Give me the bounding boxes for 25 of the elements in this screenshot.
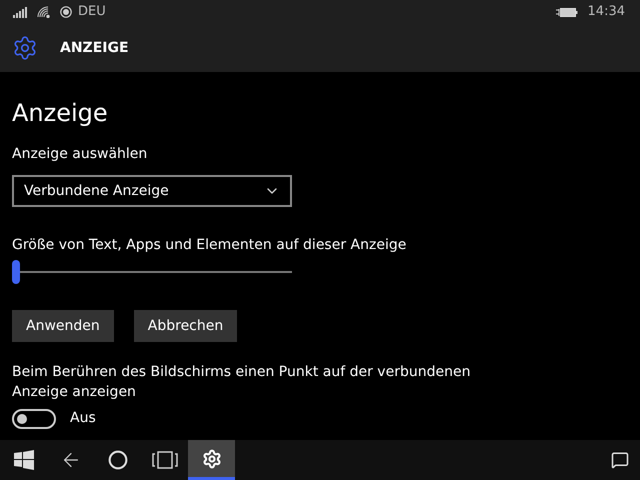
radio-icon: [60, 6, 72, 18]
toggle-description: Beim Berühren des Bildschirms einen Punkt auf der verbundenen Anzeige anzeigen: [12, 363, 472, 402]
select-label: Anzeige auswählen: [12, 145, 148, 164]
action-button[interactable]: Anwenden: [12, 310, 114, 342]
circle-icon: [108, 450, 128, 470]
page-heading: Anzeige: [12, 98, 109, 128]
carrier-label: DEU: [78, 3, 106, 22]
wifi-icon: [37, 6, 51, 18]
slider-track[interactable]: [12, 260, 292, 284]
settings-icon: [202, 448, 222, 468]
display-dropdown[interactable]: Verbundene Anzeige: [12, 175, 292, 207]
taskbar-button[interactable]: [188, 440, 235, 480]
toggle-state: Aus: [70, 409, 96, 428]
task-view-icon: [152, 450, 178, 470]
toggle-switch[interactable]: [12, 408, 56, 428]
windows-icon: [14, 450, 34, 470]
page-header-title: ANZEIGE: [60, 38, 129, 58]
battery-icon: [554, 6, 578, 18]
clock-time: 14:34: [588, 3, 625, 22]
slider-label: Größe von Text, Apps und Elementen auf dieser Anzeige: [12, 236, 408, 255]
notification-icon[interactable]: [611, 451, 629, 469]
action-button[interactable]: Abbrechen: [134, 310, 238, 342]
signal-icon: [13, 6, 28, 18]
slider-thumb[interactable]: [12, 260, 20, 284]
settings-icon: [12, 35, 38, 61]
